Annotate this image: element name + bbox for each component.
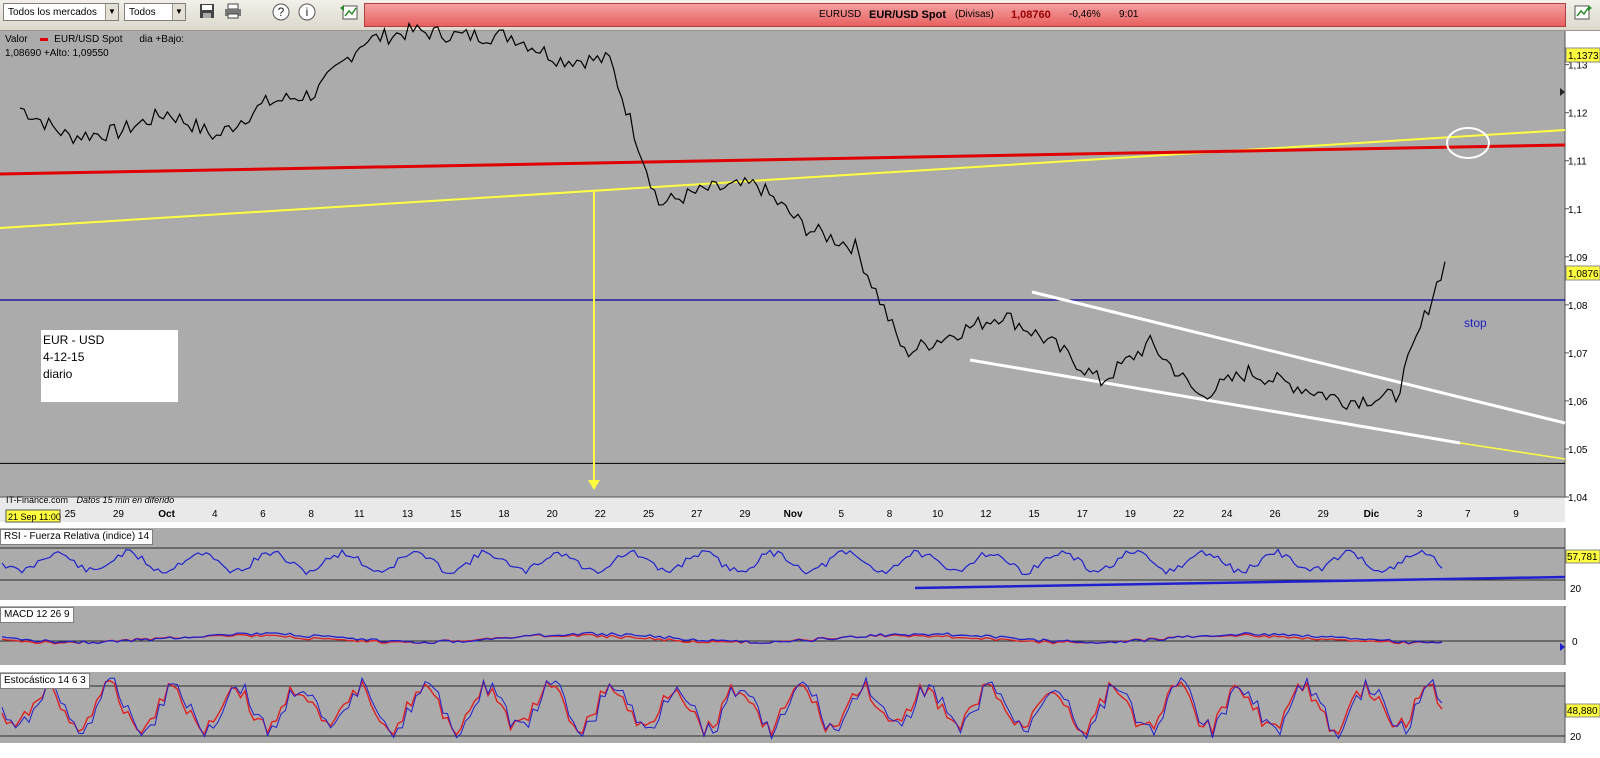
macd-panel-title: MACD 12 26 9 xyxy=(0,607,74,623)
x-tick-label: 19 xyxy=(1125,509,1137,520)
main-legend: Valor EUR/USD Spot dia +Bajo: 1,08690 +A… xyxy=(2,33,218,59)
x-tick-label: 26 xyxy=(1269,509,1281,520)
x-tick-label: 29 xyxy=(1318,509,1330,520)
delay-label: Datos 15 min en diferido xyxy=(77,495,175,505)
stop-label: stop xyxy=(1464,316,1487,330)
x-tick-label: 12 xyxy=(980,509,992,520)
x-tick-label: 22 xyxy=(595,509,607,520)
chart-area[interactable]: 1,131,121,111,11,091,081,071,061,051,04 … xyxy=(0,0,1600,743)
cursor-date: 21 Sep 11:00 xyxy=(8,512,61,522)
main-panel-bg xyxy=(0,31,1565,497)
x-tick-label: 7 xyxy=(1465,509,1471,520)
x-tick-label: 27 xyxy=(691,509,703,520)
rsi-panel-title: RSI - Fuerza Relativa (indice) 14 xyxy=(0,529,154,545)
last-price-tag: 1,0876 xyxy=(1568,269,1599,280)
annotation-line: EUR - USD xyxy=(43,333,105,347)
source-label: IT-Finance.com xyxy=(6,495,68,505)
x-tick-label: 3 xyxy=(1417,509,1423,520)
price-tick-label: 1,06 xyxy=(1568,397,1588,408)
x-tick-label: 25 xyxy=(643,509,655,520)
price-tick-label: 1,1 xyxy=(1568,205,1582,216)
x-tick-label: 13 xyxy=(402,509,414,520)
annotation-line: 4-12-15 xyxy=(43,350,85,364)
x-tick-label: 17 xyxy=(1077,509,1089,520)
price-tick-label: 1,11 xyxy=(1568,157,1587,168)
x-tick-label: Dic xyxy=(1364,509,1380,520)
rsi-panel-bg xyxy=(0,528,1565,600)
price-tick-label: 1,05 xyxy=(1568,445,1588,456)
legend-valor: Valor xyxy=(5,34,28,45)
x-tick-label: 6 xyxy=(260,509,266,520)
stoch-panel-title: Estocástico 14 6 3 xyxy=(0,673,90,689)
footer-strip xyxy=(0,743,1600,758)
x-tick-label: Nov xyxy=(784,509,803,520)
stoch-value-tag: 48,880 xyxy=(1567,706,1598,717)
rsi-level-label: 20 xyxy=(1570,584,1582,595)
x-tick-label: 8 xyxy=(887,509,893,520)
x-tick-label: 20 xyxy=(547,509,559,520)
x-tick-label: Oct xyxy=(158,509,175,520)
x-tick-label: 22 xyxy=(1173,509,1185,520)
price-tick-label: 1,07 xyxy=(1568,349,1588,360)
x-tick-label: 10 xyxy=(932,509,944,520)
annotation-line: diario xyxy=(43,367,73,381)
rsi-value-tag: 57,781 xyxy=(1567,552,1598,563)
x-tick-label: 4 xyxy=(212,509,218,520)
stoch-level-label: 20 xyxy=(1570,732,1582,743)
x-tick-label: 29 xyxy=(739,509,751,520)
x-axis-bg xyxy=(0,497,1565,522)
x-tick-label: 11 xyxy=(354,509,365,520)
price-axis-bg xyxy=(1565,31,1600,497)
x-tick-label: 5 xyxy=(839,509,845,520)
x-tick-label: 25 xyxy=(65,509,77,520)
x-tick-label: 29 xyxy=(113,509,125,520)
delay-note: IT-Finance.com Datos 15 min en diferido xyxy=(6,495,174,505)
annotation-box: EUR - USD 4-12-15 diario xyxy=(41,330,178,402)
top-price-tag: 1,1373 xyxy=(1568,51,1599,62)
legend-series: EUR/USD Spot xyxy=(54,34,123,45)
legend-swatch xyxy=(40,37,49,41)
price-tick-label: 1,04 xyxy=(1568,493,1588,504)
price-tick-label: 1,12 xyxy=(1568,109,1588,120)
stoch-panel-bg xyxy=(0,672,1565,743)
x-tick-label: 24 xyxy=(1221,509,1233,520)
x-tick-label: 15 xyxy=(450,509,462,520)
x-tick-label: 8 xyxy=(308,509,314,520)
x-tick-label: 15 xyxy=(1029,509,1041,520)
macd-zero-label: 0 xyxy=(1572,637,1578,648)
price-tick-label: 1,08 xyxy=(1568,301,1588,312)
price-tick-label: 1,09 xyxy=(1568,253,1588,264)
x-tick-label: 18 xyxy=(498,509,510,520)
x-tick-label: 9 xyxy=(1513,509,1519,520)
